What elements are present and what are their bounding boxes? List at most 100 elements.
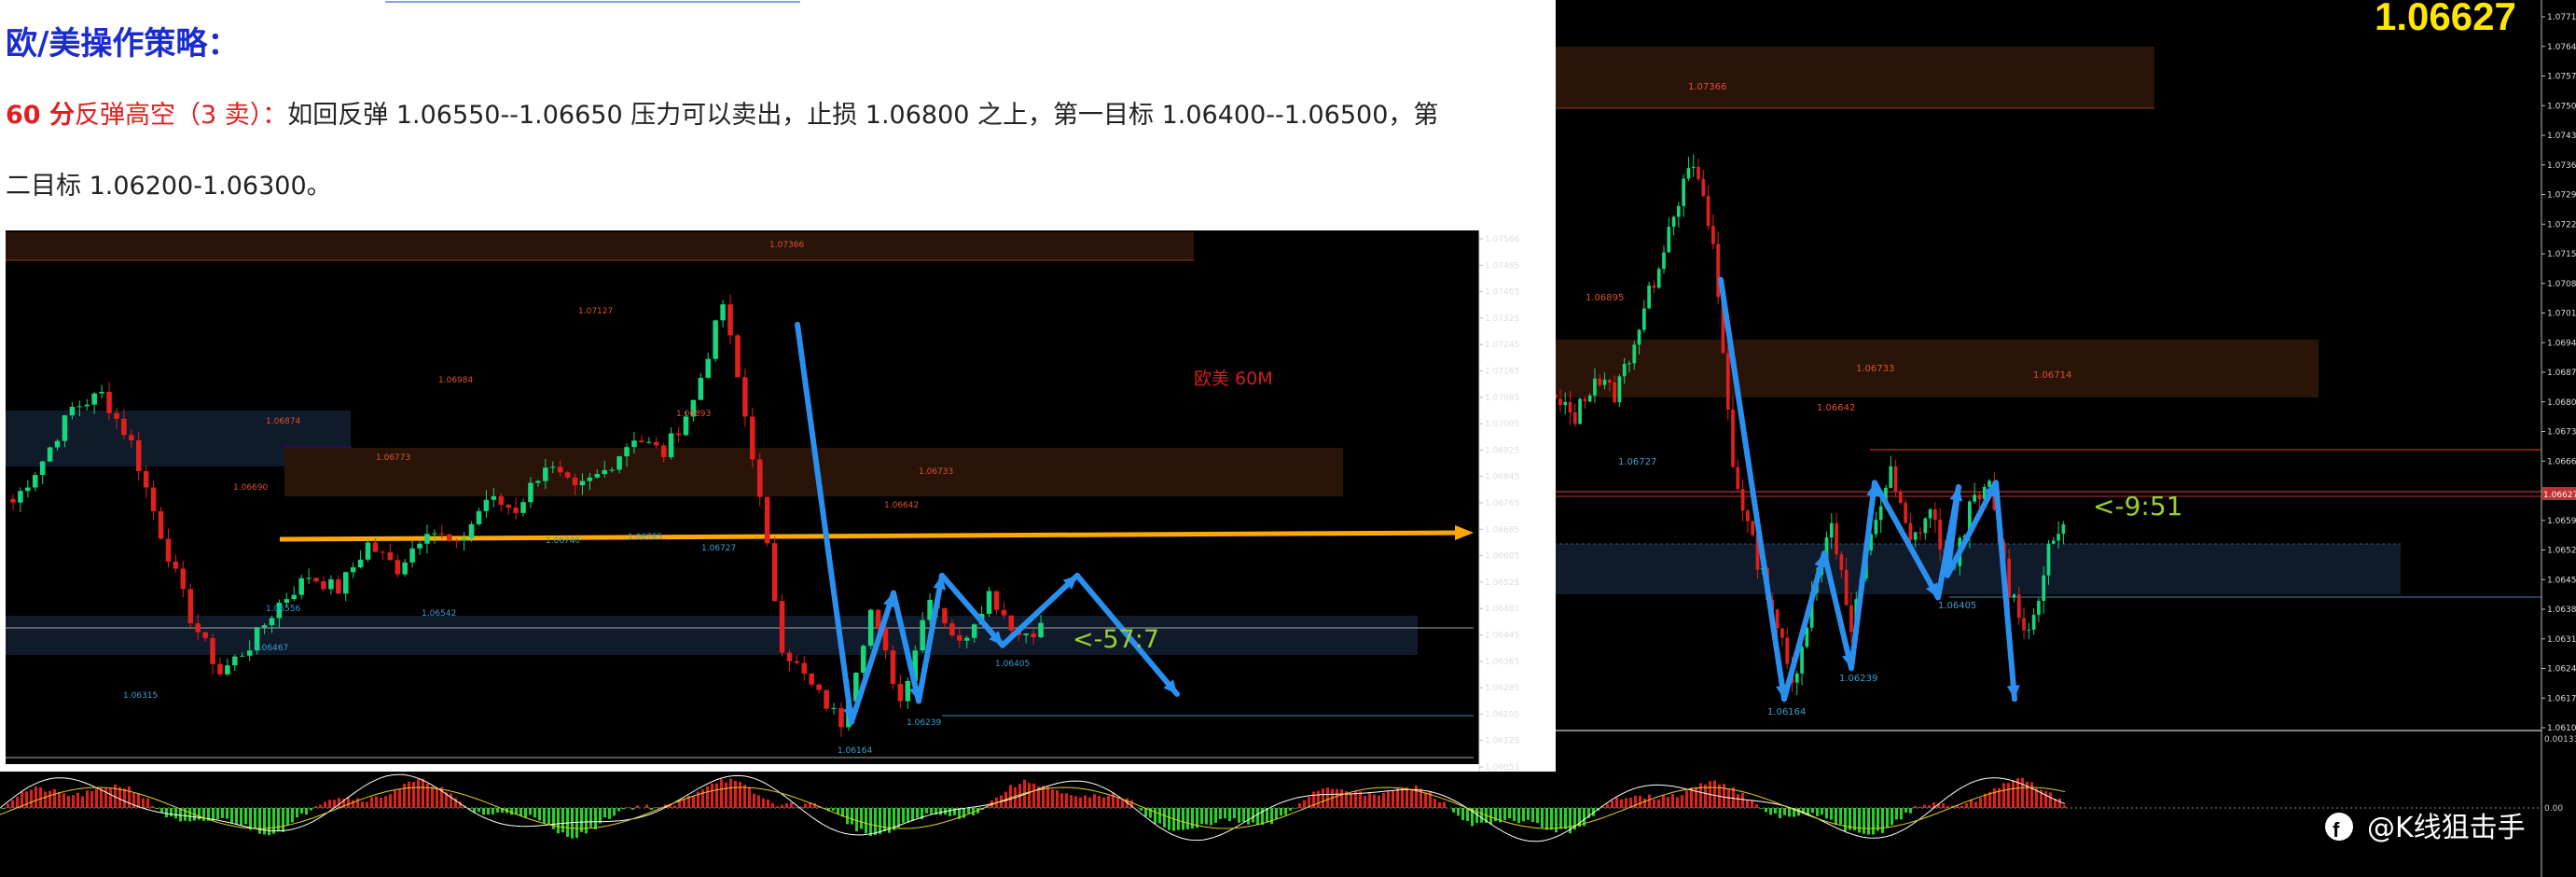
strategy-tag: 60 分: [6, 101, 75, 130]
candle-body: [506, 505, 511, 508]
macd-bar: [417, 779, 420, 808]
macd-bar: [1886, 808, 1889, 828]
macd-bar: [492, 808, 494, 814]
macd-bar: [1662, 795, 1665, 808]
candle-body: [202, 632, 208, 638]
macd-bar: [314, 806, 317, 808]
macd-bar: [277, 808, 280, 831]
inset-label-4: 1.06874: [266, 417, 300, 426]
macd-bar: [1765, 808, 1767, 813]
candle-body: [1563, 401, 1568, 406]
macd-bar: [1904, 808, 1907, 813]
candle-body: [491, 495, 497, 500]
macd-bar: [603, 808, 606, 818]
axis-tick-label: 1.06455: [2547, 576, 2576, 585]
inset-demand-zone: [6, 616, 1418, 655]
candle-body: [1583, 398, 1587, 402]
macd-bar: [1224, 808, 1226, 819]
inset-label-16: 1.06315: [123, 691, 158, 701]
macd-bar: [1154, 808, 1156, 824]
macd-bar: [557, 808, 560, 834]
candle-body: [816, 684, 822, 690]
macd-bar: [1643, 798, 1646, 808]
macd-bar: [202, 808, 205, 822]
inset-label-2: 1.07127: [578, 307, 613, 316]
candle-body: [417, 543, 422, 549]
macd-bar: [1433, 799, 1436, 808]
macd-bar: [949, 808, 951, 816]
macd-bar: [767, 800, 769, 808]
macd-bar: [851, 808, 853, 825]
candle-body: [2031, 614, 2036, 630]
candle-body: [1785, 637, 1790, 664]
candle-body: [232, 656, 238, 666]
macd-bar: [1098, 795, 1101, 808]
main-label-3: 1.06733: [1856, 364, 1894, 374]
macd-bar: [1667, 797, 1669, 808]
candle-body: [99, 391, 104, 394]
macd-bar: [524, 808, 527, 818]
macd-bar: [636, 805, 639, 808]
candle-body: [794, 661, 800, 663]
macd-bar: [221, 808, 224, 818]
candle-body: [920, 619, 925, 651]
candle-body: [135, 440, 142, 471]
macd-bar: [2007, 783, 2010, 808]
axis-tick-label: 1.06051: [1485, 763, 1519, 773]
candle-body: [180, 568, 187, 590]
macd-bar: [622, 808, 625, 810]
macd-bar: [645, 804, 648, 808]
macd-bar: [1611, 800, 1613, 808]
macd-bar: [412, 781, 415, 808]
candle-body: [683, 416, 689, 436]
macd-bar: [1252, 808, 1254, 823]
axis-tick-label: 1.07645: [2547, 43, 2576, 52]
macd-bar: [123, 788, 126, 808]
macd-bar: [2044, 791, 2047, 808]
candle-body: [461, 537, 467, 541]
macd-bar: [2, 808, 5, 809]
candle-body: [1711, 226, 1715, 244]
macd-bar: [1457, 808, 1460, 816]
candle-body: [18, 491, 23, 503]
candle-body: [639, 440, 644, 442]
macd-bar: [1051, 789, 1054, 808]
macd-bar: [1914, 805, 1917, 808]
candle-body: [1706, 196, 1710, 227]
candle-body: [2057, 534, 2060, 541]
candle-body: [616, 456, 622, 470]
candle-body: [1800, 647, 1804, 674]
macd-bar: [1779, 808, 1781, 818]
macd-bar: [1653, 799, 1655, 808]
macd-bar: [300, 808, 303, 814]
macd-bar: [1046, 787, 1049, 808]
candle-body: [261, 625, 268, 628]
macd-bar: [1032, 783, 1035, 808]
current-price-marker-label: 1.06627: [2543, 491, 2576, 500]
macd-bar: [146, 798, 149, 808]
macd-bar: [1755, 803, 1758, 808]
candle-body: [1578, 398, 1582, 425]
macd-bar: [706, 786, 709, 808]
candle-body: [91, 393, 97, 405]
macd-bar: [375, 796, 378, 808]
candle-body: [165, 538, 172, 563]
macd-bar: [1900, 808, 1903, 820]
axis-tick-label: 1.06875: [2547, 369, 2576, 378]
macd-bar: [1788, 808, 1791, 817]
macd-bar: [1816, 808, 1819, 816]
inset-label-11: 1.06785: [628, 533, 662, 542]
candle-body: [897, 684, 904, 702]
inset-label-5: 1.06893: [676, 410, 711, 419]
candle-body: [1874, 520, 1878, 535]
macd-bar: [1093, 794, 1096, 808]
macd-bar: [1070, 795, 1073, 808]
candle-body: [520, 502, 526, 513]
macd-bar: [230, 808, 233, 824]
macd-bar: [1695, 787, 1697, 808]
macd-bar: [170, 808, 173, 817]
macd-bar: [1513, 808, 1516, 821]
macd-bar: [585, 808, 588, 834]
macd-bar: [25, 791, 28, 808]
candle-body: [1775, 609, 1780, 629]
